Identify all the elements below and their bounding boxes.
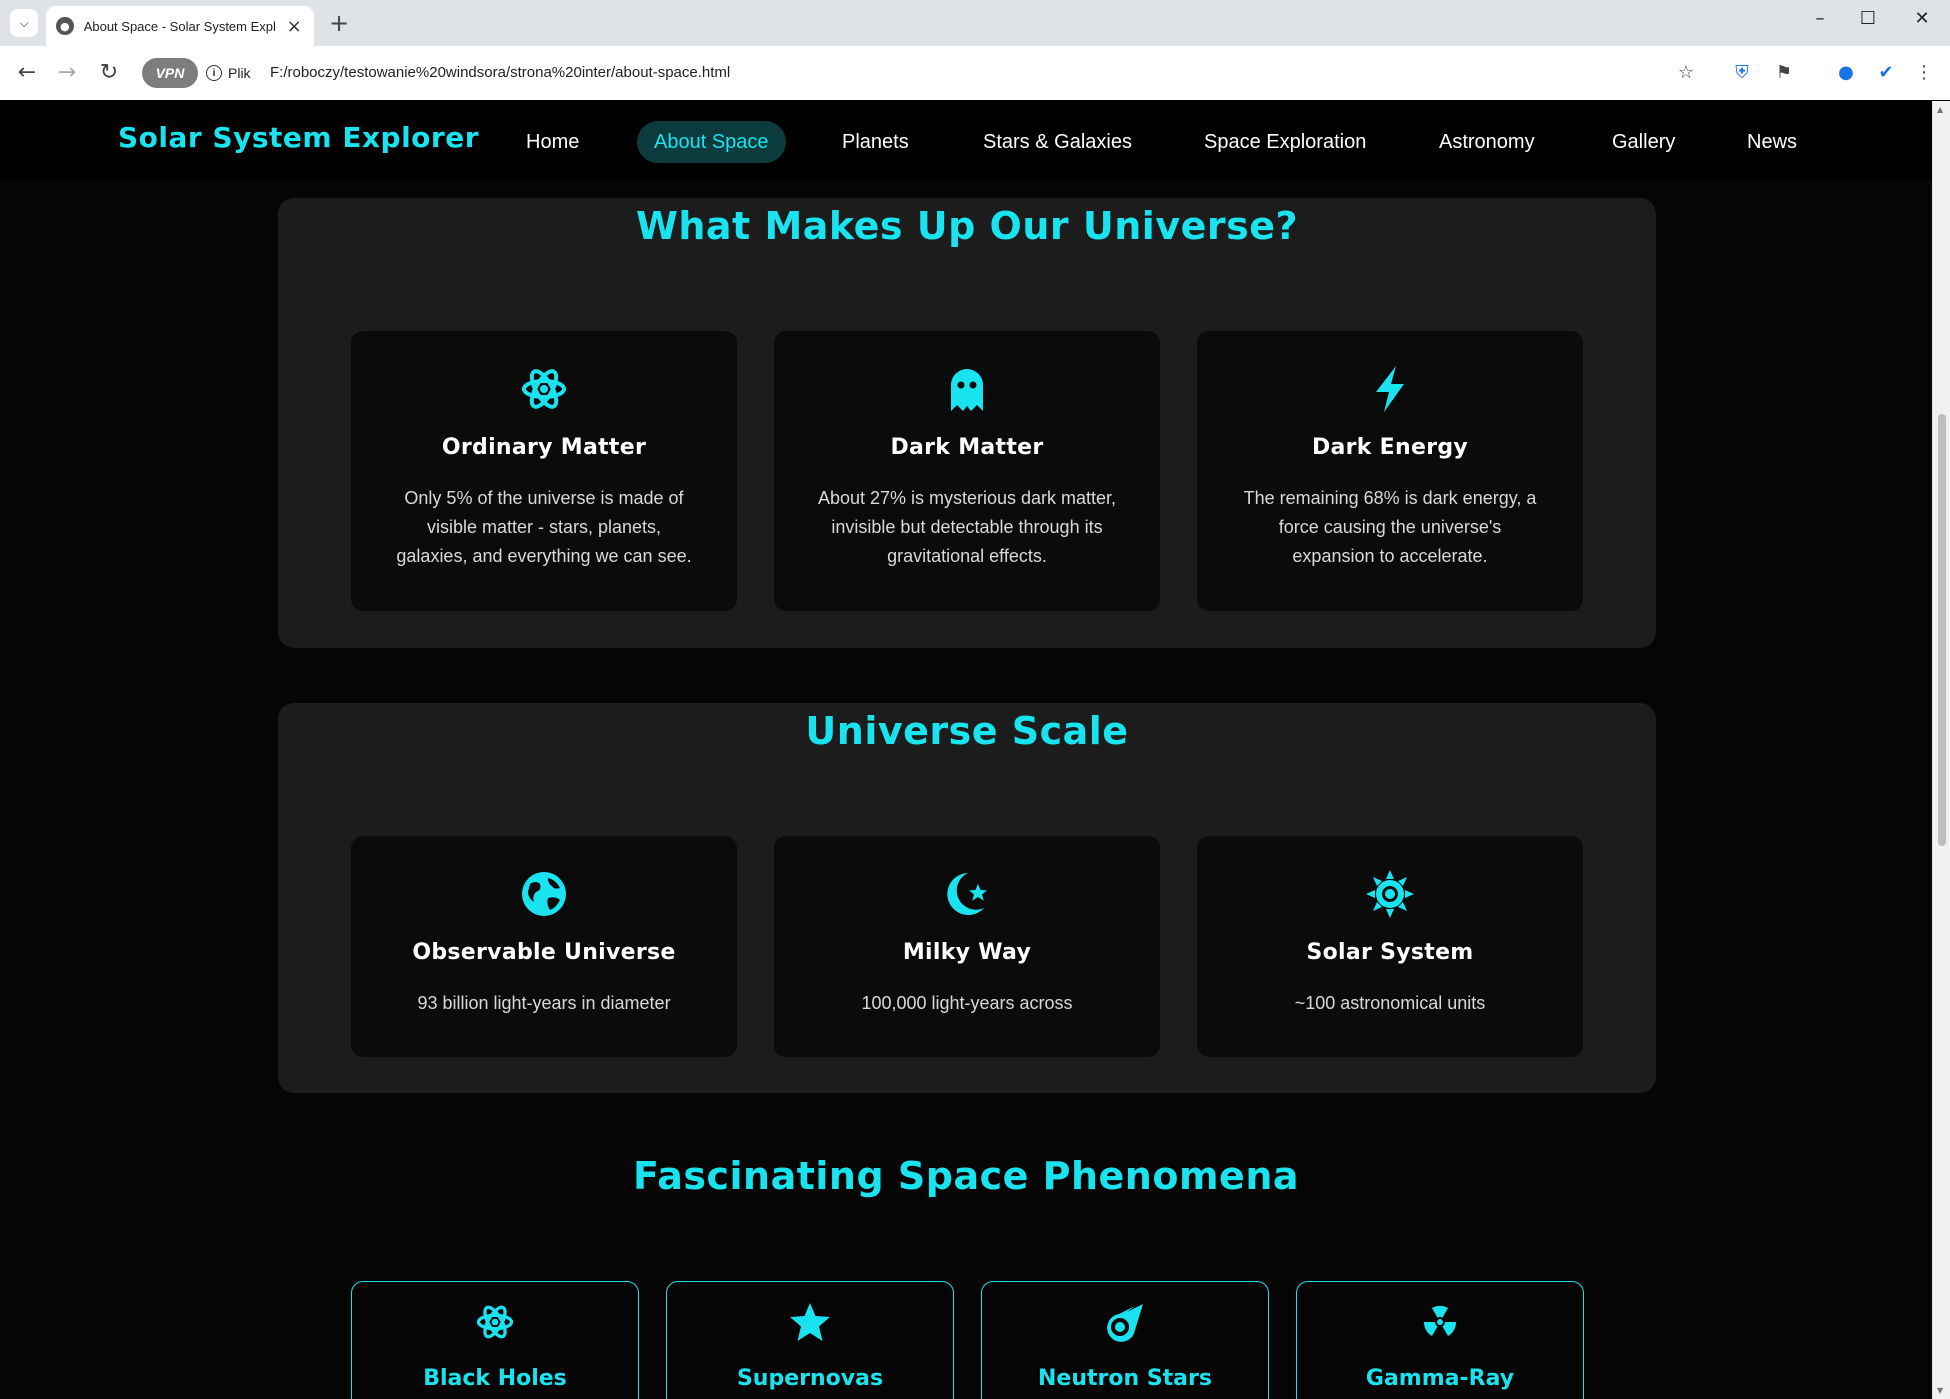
card-text: 100,000 light-years across — [861, 993, 1073, 1013]
site-logo[interactable]: Solar System Explorer — [118, 121, 479, 154]
card-title: Solar System — [1306, 940, 1474, 965]
tab-title: About Space - Solar System Explor — [83, 18, 277, 34]
tab-search-icon[interactable]: ⌵ — [10, 9, 38, 37]
security-shield-icon[interactable]: ✔ — [1872, 59, 1900, 87]
card-dark-matter: Dark Matter About 27% is mysterious dark… — [774, 331, 1160, 611]
card-text: ~100 astronomical units — [1294, 993, 1486, 1013]
card-dark-energy: Dark Energy The remaining 68% is dark en… — [1197, 331, 1583, 611]
card-title: Ordinary Matter — [441, 435, 647, 460]
back-icon[interactable]: ← — [12, 58, 42, 88]
globe-icon — [351, 870, 737, 918]
nav-astronomy[interactable]: Astronomy — [1422, 121, 1552, 163]
nav-about-space[interactable]: About Space — [637, 121, 786, 163]
nav-home[interactable]: Home — [509, 121, 596, 163]
vpn-button[interactable]: VPN — [142, 58, 198, 88]
card-title: Dark Energy — [1311, 435, 1469, 460]
card-title: Neutron Stars — [1038, 1366, 1212, 1391]
card-text: Only 5% of the universe is made of visibl… — [396, 488, 692, 566]
universe-composition-section: What Makes Up Our Universe? Ordinary Mat… — [278, 198, 1656, 648]
nav-news[interactable]: News — [1730, 121, 1814, 163]
atom-icon — [351, 365, 737, 413]
card-text: About 27% is mysterious dark matter, invi… — [817, 488, 1117, 566]
scroll-up-icon[interactable]: ▲ — [1937, 105, 1943, 114]
card-neutron-stars[interactable]: Neutron Stars — [981, 1281, 1269, 1399]
card-observable-universe: Observable Universe 93 billion light-yea… — [351, 836, 737, 1057]
card-title: Supernovas — [736, 1366, 884, 1391]
scroll-down-icon[interactable]: ▼ — [1937, 1386, 1943, 1395]
globe-favicon-icon: ● — [56, 17, 74, 35]
browser-toolbar: ← → ↻ VPN i Plik F:/roboczy/testowanie%2… — [0, 46, 1950, 100]
extension-shield-icon[interactable]: ⛨ — [1728, 59, 1756, 87]
card-title: Dark Matter — [890, 435, 1044, 460]
bolt-icon — [1197, 365, 1583, 413]
forward-icon[interactable]: → — [52, 58, 82, 88]
nav-stars-galaxies[interactable]: Stars & Galaxies — [966, 121, 1149, 163]
ghost-icon — [774, 365, 1160, 413]
browser-tab[interactable]: ● About Space - Solar System Explor × — [46, 6, 314, 46]
moon-star-icon — [774, 870, 1160, 918]
minimize-icon[interactable]: – — [1800, 8, 1840, 29]
star-icon — [667, 1302, 953, 1342]
close-window-icon[interactable]: ✕ — [1902, 8, 1942, 29]
phenomena-title: Fascinating Space Phenomena — [632, 1154, 1300, 1198]
maximize-icon[interactable]: ☐ — [1848, 8, 1888, 29]
card-black-holes[interactable]: Black Holes — [351, 1281, 639, 1399]
scrollbar-thumb[interactable] — [1938, 414, 1946, 846]
card-title: Gamma-Ray — [1365, 1366, 1515, 1391]
section-title: Universe Scale — [805, 709, 1129, 753]
atom-icon — [352, 1302, 638, 1342]
tab-strip: ⌵ ● About Space - Solar System Explor × … — [0, 0, 1950, 46]
info-icon: i — [206, 65, 222, 81]
sun-icon — [1197, 870, 1583, 918]
page-scrollbar[interactable]: ▲ ▼ — [1932, 101, 1950, 1399]
extensions-puzzle-icon[interactable]: ⚑ — [1770, 59, 1798, 87]
universe-scale-section: Universe Scale Observable Universe 93 bi… — [278, 703, 1656, 1093]
site-navbar: Solar System Explorer Home About Space P… — [0, 101, 1932, 181]
bookmark-star-icon[interactable]: ☆ — [1672, 59, 1700, 87]
radiation-icon — [1297, 1302, 1583, 1342]
card-title: Black Holes — [423, 1366, 567, 1391]
card-gamma-ray[interactable]: Gamma-Ray — [1296, 1281, 1584, 1399]
card-ordinary-matter: Ordinary Matter Only 5% of the universe … — [351, 331, 737, 611]
page-viewport: Solar System Explorer Home About Space P… — [0, 101, 1932, 1399]
card-text: The remaining 68% is dark energy, a force… — [1243, 488, 1537, 566]
site-info-label: Plik — [228, 65, 251, 81]
card-milky-way: Milky Way 100,000 light-years across — [774, 836, 1160, 1057]
nav-planets[interactable]: Planets — [825, 121, 926, 163]
address-bar[interactable]: F:/roboczy/testowanie%20windsora/strona%… — [270, 60, 730, 86]
card-supernovas[interactable]: Supernovas — [666, 1281, 954, 1399]
profile-icon[interactable]: ● — [1832, 59, 1860, 87]
nav-space-exploration[interactable]: Space Exploration — [1187, 121, 1383, 163]
nav-gallery[interactable]: Gallery — [1595, 121, 1692, 163]
card-title: Observable Universe — [412, 940, 676, 965]
meteor-icon — [982, 1302, 1268, 1342]
site-info-button[interactable]: i Plik — [206, 60, 251, 86]
card-text: 93 billion light-years in diameter — [417, 993, 671, 1013]
section-title: What Makes Up Our Universe? — [635, 204, 1299, 248]
menu-dots-icon[interactable]: ⋮ — [1910, 59, 1938, 87]
card-title: Milky Way — [902, 940, 1032, 965]
close-tab-icon[interactable]: × — [284, 16, 304, 37]
browser-chrome: ⌵ ● About Space - Solar System Explor × … — [0, 0, 1950, 100]
new-tab-icon[interactable]: + — [326, 10, 352, 36]
reload-icon[interactable]: ↻ — [94, 58, 124, 88]
card-solar-system: Solar System ~100 astronomical units — [1197, 836, 1583, 1057]
